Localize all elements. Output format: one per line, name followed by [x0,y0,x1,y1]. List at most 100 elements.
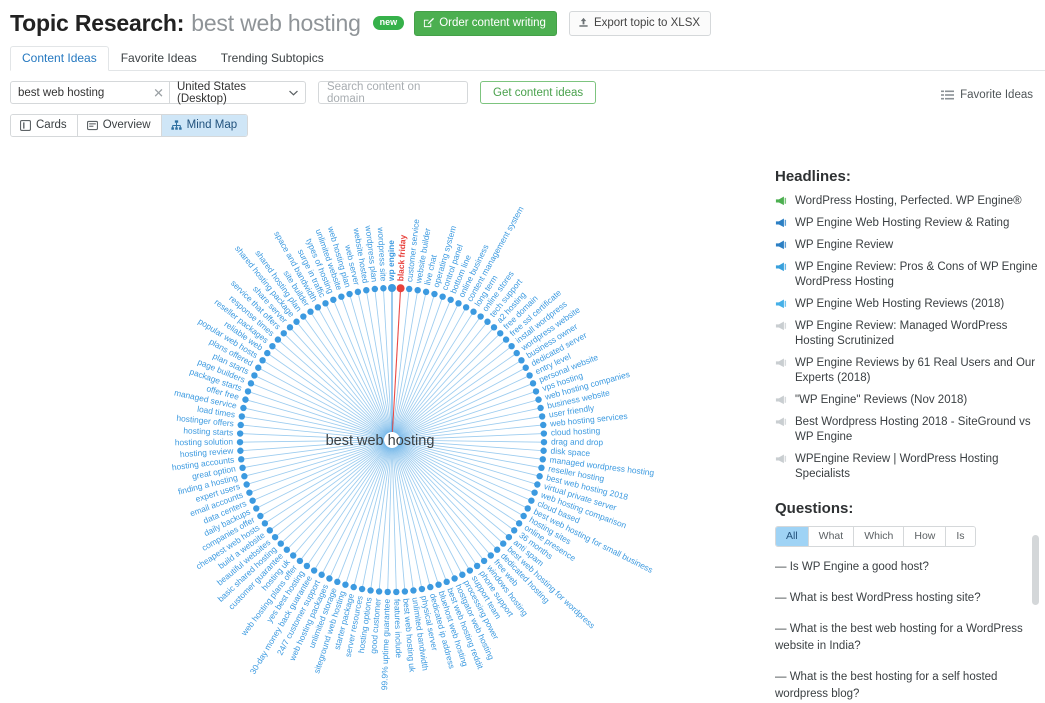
mind-map-node-dot[interactable] [439,293,446,300]
mind-map-node-dot[interactable] [239,464,246,472]
mind-map-node-dot[interactable] [371,285,379,293]
mind-map-node-dot[interactable] [513,349,520,357]
mind-map-node-dot[interactable] [249,497,256,504]
mind-map-node-dot[interactable] [283,546,291,553]
mind-map-node-dot[interactable] [318,571,325,578]
mind-map-node-dot[interactable] [238,413,246,420]
mind-map-node-dot[interactable] [259,357,266,364]
mind-map-node-dot[interactable] [314,304,322,311]
mind-map-node-dot[interactable] [280,330,287,337]
headline-item[interactable]: WP Engine Review [775,238,1039,253]
mind-map-node-dot[interactable] [524,505,531,512]
mind-map-node-dot[interactable] [540,430,548,437]
mind-map-node-dot[interactable] [518,357,525,364]
mind-map-node-dot[interactable] [539,456,546,463]
question-filter-all[interactable]: All [776,527,809,546]
mind-map-node-dot[interactable] [466,567,474,574]
mind-map-center-node[interactable] [389,437,395,443]
mind-map-node-dot[interactable] [322,300,329,307]
mind-map-node-dot[interactable] [427,583,434,591]
mind-map-node-dot[interactable] [242,396,249,403]
mind-map-node-dot[interactable] [462,304,470,311]
mind-map-node-dot[interactable] [246,489,253,496]
mind-map-node-dot[interactable] [358,585,366,593]
favorite-ideas-link[interactable]: Favorite Ideas [941,89,1033,101]
question-filter-is[interactable]: Is [946,527,975,546]
mind-map-node-dot[interactable] [538,464,545,472]
close-icon[interactable]: ✕ [153,86,164,99]
mind-map-node-dot[interactable] [480,557,488,565]
mind-map-node-dot[interactable] [286,324,294,331]
mind-map-node-dot[interactable] [477,313,484,320]
mind-map-node-dot[interactable] [540,421,547,429]
mind-map-node-dot[interactable] [266,527,273,534]
mind-map-node-dot[interactable] [431,290,438,298]
mind-map-node-dot[interactable] [326,575,333,582]
mind-map-node-dot[interactable] [274,336,282,343]
mind-map-node-dot[interactable] [535,396,542,403]
mind-map-node-dot[interactable] [405,285,413,293]
mind-map-node-dot[interactable] [443,578,450,586]
mind-map-node-dot[interactable] [515,520,523,527]
mind-map-node-dot[interactable] [493,546,501,553]
keyword-input[interactable]: best web hosting ✕ [10,81,170,104]
headline-item[interactable]: WP Engine Review: Pros & Cons of WP Engi… [775,260,1039,290]
mind-map-node-dot[interactable] [540,447,547,454]
right-panel[interactable]: Headlines: WordPress Hosting, Perfected.… [765,160,1045,703]
get-content-ideas-button[interactable]: Get content ideas [480,81,597,104]
mind-map-node-dot[interactable] [505,533,513,541]
mind-map-node-dot[interactable] [508,342,515,350]
mind-map-node-dot[interactable] [350,583,357,591]
question-filter-how[interactable]: How [904,527,947,546]
mind-map-node-dot[interactable] [396,284,405,293]
mind-map-node-dot[interactable] [237,421,244,429]
mind-map-node-dot[interactable] [490,324,498,331]
mind-map-node-dot[interactable] [257,512,264,520]
mind-map-node-dot[interactable] [244,388,252,395]
mind-map-node-dot[interactable] [422,288,430,296]
view-overview-button[interactable]: Overview [77,115,162,136]
mind-map-node-dot[interactable] [497,330,504,337]
mind-map-node-dot[interactable] [487,552,494,559]
view-cards-button[interactable]: Cards [11,115,78,136]
mind-map-node-dot[interactable] [241,473,248,480]
question-item[interactable]: — What is the best web hosting for a Wor… [775,621,1035,655]
mind-map-node-dot[interactable] [367,587,374,594]
mind-map-node-dot[interactable] [271,533,279,541]
mind-map-node-dot[interactable] [418,585,426,593]
mind-map-node-dot[interactable] [237,447,244,454]
mind-map-node-dot[interactable] [538,413,546,420]
mind-map-node-dot[interactable] [363,286,370,294]
mind-map-node-dot[interactable] [310,567,318,574]
mind-map-node-dot[interactable] [540,438,548,446]
mind-map-node-dot[interactable] [447,296,454,303]
mind-map-node-dot[interactable] [536,473,543,480]
headline-item[interactable]: WP Engine Reviews by 61 Real Users and O… [775,356,1039,386]
mind-map-node-dot[interactable] [307,308,314,315]
mind-map-node-dot[interactable] [529,380,537,387]
mind-map-node-dot[interactable] [251,372,258,379]
mind-map-node-dot[interactable] [473,562,481,570]
question-item[interactable]: — What is the best hosting for a self ho… [775,669,1035,703]
mind-map-node-dot[interactable] [346,290,353,298]
mind-map-node-dot[interactable] [502,336,510,343]
mind-map-branch[interactable]: managed wordpress hosting [399,440,655,478]
mind-map-node-dot[interactable] [261,520,269,527]
mind-map-node-dot[interactable] [455,300,462,307]
mind-map-node-dot[interactable] [380,285,387,292]
mind-map-node-dot[interactable] [500,540,507,547]
mind-map-node-dot[interactable] [253,505,260,512]
headline-item[interactable]: "WP Engine" Reviews (Nov 2018) [775,393,1039,408]
headline-item[interactable]: WordPress Hosting, Perfected. WP Engine® [775,194,1039,209]
mind-map-node-dot[interactable] [238,456,245,463]
mind-map-node-dot[interactable] [264,349,271,357]
view-mindmap-button[interactable]: Mind Map [161,115,248,136]
mind-map-node-dot[interactable] [334,578,341,586]
mind-map-node-dot[interactable] [290,552,297,559]
headline-item[interactable]: Best Wordpress Hosting 2018 - SiteGround… [775,415,1039,445]
mind-map-node-dot[interactable] [531,489,538,496]
mind-map-node-dot[interactable] [459,571,466,578]
headline-item[interactable]: WP Engine Web Hosting Review & Rating [775,216,1039,231]
mind-map-node-dot[interactable] [300,313,307,320]
mind-map-node-dot[interactable] [532,388,540,395]
